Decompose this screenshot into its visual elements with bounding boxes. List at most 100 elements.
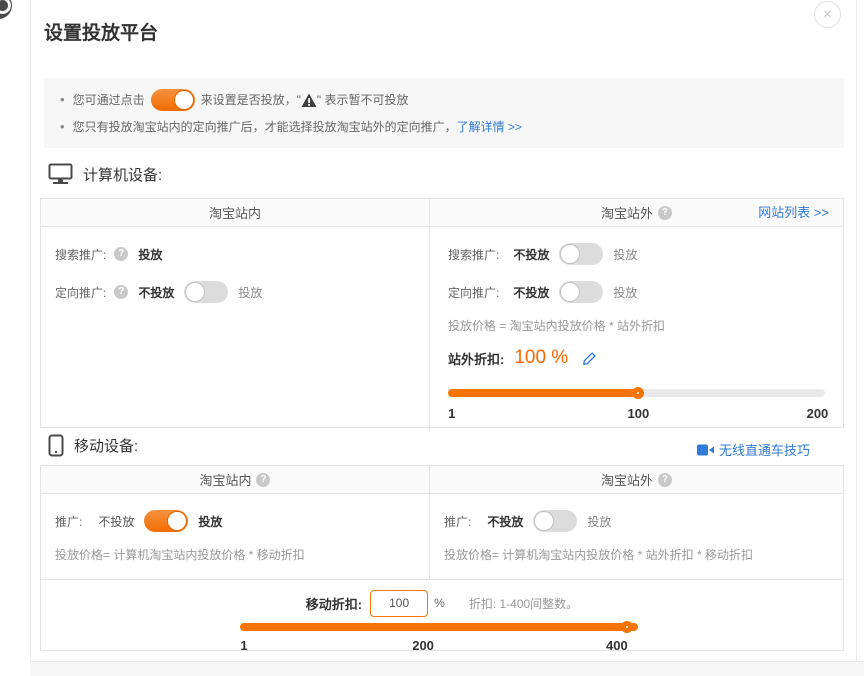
- notice-text: " 表示暂不可投放: [317, 87, 409, 113]
- status-off-label: 不投放: [98, 513, 134, 530]
- mobile-offsite-cell: 推广: 不投放 投放 投放价格= 计算机淘宝站内投放价格 * 站外折扣 * 移动…: [430, 494, 843, 579]
- notice-text: 您可通过点击: [73, 87, 145, 113]
- help-icon[interactable]: ?: [256, 473, 270, 487]
- row-label: 推广:: [55, 513, 82, 530]
- row-label: 推广:: [444, 513, 471, 530]
- help-icon[interactable]: ?: [658, 206, 672, 220]
- mobile-table: 淘宝站内 ? 淘宝站外 ? 推广: 不投放 投放 投放价格= 计算机淘宝站内投放…: [40, 465, 844, 651]
- learn-more-link[interactable]: 了解详情 >>: [457, 115, 522, 139]
- video-icon: [697, 444, 714, 456]
- mobile-offsite-promo-row: 推广: 不投放 投放: [444, 502, 829, 540]
- slider-thumb[interactable]: [632, 387, 644, 399]
- computer-table: 淘宝站内 淘宝站外 ? 网站列表 >> 搜索推广: ? 投放 定向推广: ? 不…: [40, 198, 844, 428]
- mobile-section-label: 移动设备:: [74, 435, 138, 456]
- help-icon[interactable]: ?: [114, 247, 128, 261]
- mobile-discount-input[interactable]: [370, 590, 428, 617]
- status-on-label: 投放: [238, 284, 262, 301]
- mobile-onsite-formula: 投放价格= 计算机淘宝站内投放价格 * 移动折扣: [55, 540, 415, 570]
- computer-offsite-target-row: 定向推广: 不投放 投放: [448, 273, 825, 311]
- slider-track[interactable]: [448, 389, 825, 397]
- tick-label: 200: [412, 638, 434, 653]
- computer-offsite-search-toggle[interactable]: [559, 243, 603, 265]
- header-label: 淘宝站外: [601, 203, 653, 222]
- notice-text: 您只有投放淘宝站内的定向推广后，才能选择投放淘宝站外的定向推广，: [73, 115, 457, 139]
- computer-offsite-cell: 搜索推广: 不投放 投放 定向推广: 不投放 投放 投放价格 = 淘宝站内投放价…: [430, 227, 843, 432]
- bullet: •: [60, 87, 65, 113]
- tick-label: 200: [807, 406, 829, 421]
- offsite-discount-slider: 1 100 200: [448, 389, 825, 424]
- help-icon[interactable]: ?: [114, 285, 128, 299]
- status-on-label: 投放: [613, 284, 637, 301]
- mobile-offsite-formula: 投放价格= 计算机淘宝站内投放价格 * 站外折扣 * 移动折扣: [444, 540, 829, 570]
- help-icon[interactable]: ?: [658, 473, 672, 487]
- status-on-label: 投放: [613, 246, 637, 263]
- placement-settings-modal: × 设置投放平台 • 您可通过点击 来设置是否投放，" " 表示暂不可投放 • …: [0, 0, 864, 676]
- computer-offsite-search-row: 搜索推广: 不投放 投放: [448, 235, 825, 273]
- mobile-discount-label: 移动折扣:: [306, 594, 362, 613]
- percent-unit: %: [434, 596, 445, 610]
- page-title: 设置投放平台: [44, 18, 158, 45]
- computer-offsite-header: 淘宝站外 ? 网站列表 >>: [430, 199, 843, 226]
- close-icon[interactable]: ×: [814, 1, 841, 28]
- modal-left-border: [30, 0, 31, 661]
- discount-value: 100 %: [514, 347, 568, 369]
- toggle-example-icon: [151, 89, 195, 111]
- wireless-tips-link[interactable]: 无线直通车技巧: [697, 440, 810, 459]
- website-list-link[interactable]: 网站列表 >>: [758, 199, 829, 227]
- status-off-label: 不投放: [513, 284, 549, 301]
- mobile-section-heading: 移动设备:: [48, 434, 138, 457]
- notice-box: • 您可通过点击 来设置是否投放，" " 表示暂不可投放 • 您只有投放淘宝站内…: [44, 78, 844, 148]
- notice-line-2: • 您只有投放淘宝站内的定向推广后，才能选择投放淘宝站外的定向推广， 了解详情 …: [60, 115, 828, 139]
- row-label: 搜索推广:: [55, 246, 106, 263]
- header-label: 淘宝站内: [199, 470, 251, 489]
- status-on-label: 投放: [198, 513, 222, 530]
- header-label: 淘宝站外: [601, 470, 653, 489]
- slider-fill: [240, 623, 638, 631]
- mobile-offsite-header: 淘宝站外 ?: [430, 466, 843, 493]
- row-label: 定向推广:: [55, 284, 106, 301]
- tick-label: 100: [628, 406, 650, 421]
- computer-offsite-target-toggle[interactable]: [559, 281, 603, 303]
- computer-table-header: 淘宝站内 淘宝站外 ? 网站列表 >>: [41, 199, 843, 227]
- slider-ticks: 1 200 400: [240, 638, 638, 656]
- computer-section-heading: 计算机设备:: [48, 163, 162, 185]
- modal-right-border: [856, 0, 857, 676]
- tick-label: 1: [448, 406, 455, 421]
- mobile-discount-row: 移动折扣: % 折扣: 1-400间整数。 1 200 400: [41, 579, 843, 651]
- status-off-label: 不投放: [487, 513, 523, 530]
- monitor-icon: [48, 163, 73, 185]
- offsite-price-formula: 投放价格 = 淘宝站内投放价格 * 站外折扣: [448, 311, 825, 341]
- tick-label: 1: [240, 638, 247, 653]
- computer-onsite-search-row: 搜索推广: ? 投放: [55, 235, 415, 273]
- computer-section-label: 计算机设备:: [83, 164, 162, 185]
- slider-thumb[interactable]: [621, 621, 633, 633]
- row-label: 定向推广:: [448, 284, 499, 301]
- modal-bottom-edge: [30, 661, 864, 676]
- tick-label: 400: [606, 638, 628, 653]
- mobile-onsite-cell: 推广: 不投放 投放 投放价格= 计算机淘宝站内投放价格 * 移动折扣: [41, 494, 430, 579]
- logo-partial-icon: [0, 0, 12, 19]
- status-on: 投放: [138, 246, 162, 263]
- edit-icon[interactable]: [582, 351, 597, 366]
- header-label: 淘宝站内: [209, 203, 261, 222]
- mobile-table-header: 淘宝站内 ? 淘宝站外 ?: [41, 466, 843, 494]
- status-off-label: 不投放: [138, 284, 174, 301]
- slider-track[interactable]: [240, 623, 638, 631]
- offsite-discount-line: 站外折扣: 100 %: [448, 341, 825, 375]
- mobile-onsite-promo-toggle[interactable]: [144, 510, 188, 532]
- notice-text: 来设置是否投放，": [201, 87, 301, 113]
- mobile-onsite-promo-row: 推广: 不投放 投放: [55, 502, 415, 540]
- wireless-tips-label: 无线直通车技巧: [719, 440, 810, 459]
- notice-line-1: • 您可通过点击 来设置是否投放，" " 表示暂不可投放: [60, 87, 828, 113]
- computer-onsite-target-row: 定向推广: ? 不投放 投放: [55, 273, 415, 311]
- computer-onsite-target-toggle[interactable]: [184, 281, 228, 303]
- warning-icon: [301, 93, 317, 108]
- computer-onsite-header: 淘宝站内: [41, 199, 430, 226]
- row-label: 搜索推广:: [448, 246, 499, 263]
- mobile-discount-slider: 1 200 400: [240, 623, 638, 656]
- computer-table-body: 搜索推广: ? 投放 定向推广: ? 不投放 投放 搜索推广: 不投放 投放: [41, 227, 843, 432]
- mobile-table-body: 推广: 不投放 投放 投放价格= 计算机淘宝站内投放价格 * 移动折扣 推广: …: [41, 494, 843, 579]
- mobile-offsite-promo-toggle[interactable]: [533, 510, 577, 532]
- discount-label: 站外折扣:: [448, 349, 504, 368]
- bullet: •: [60, 115, 65, 139]
